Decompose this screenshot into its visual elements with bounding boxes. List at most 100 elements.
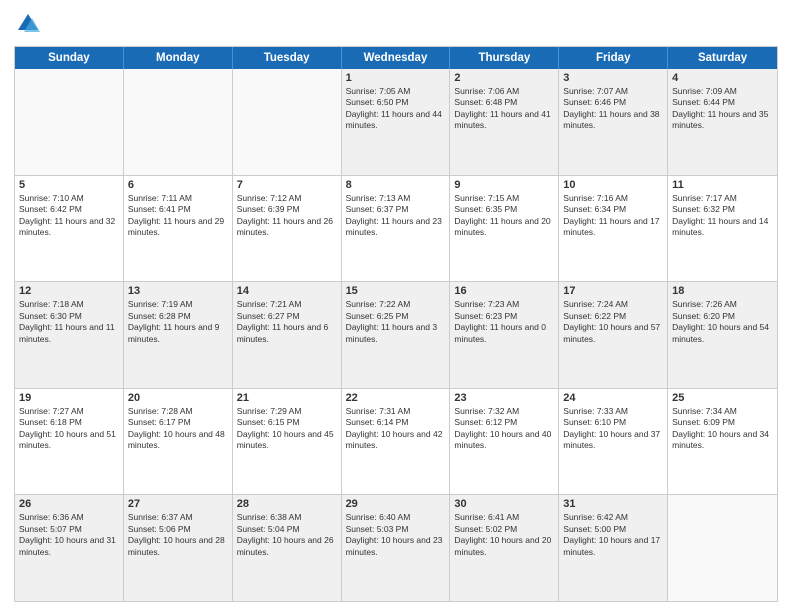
cell-info: Sunrise: 7:15 AMSunset: 6:35 PMDaylight:… [454,193,554,239]
cell-info: Sunrise: 7:27 AMSunset: 6:18 PMDaylight:… [19,406,119,452]
day-number: 14 [237,285,337,297]
calendar-cell: 5 Sunrise: 7:10 AMSunset: 6:42 PMDaylight… [15,176,124,282]
cell-info: Sunrise: 7:22 AMSunset: 6:25 PMDaylight:… [346,299,446,345]
calendar-cell: 20 Sunrise: 7:28 AMSunset: 6:17 PMDayligh… [124,389,233,495]
header-day-wednesday: Wednesday [342,47,451,69]
day-number: 23 [454,392,554,404]
calendar-cell [668,495,777,601]
calendar-cell: 18 Sunrise: 7:26 AMSunset: 6:20 PMDayligh… [668,282,777,388]
header [14,10,778,38]
calendar-cell: 15 Sunrise: 7:22 AMSunset: 6:25 PMDayligh… [342,282,451,388]
cell-info: Sunrise: 7:06 AMSunset: 6:48 PMDaylight:… [454,86,554,132]
day-number: 3 [563,72,663,84]
cell-info: Sunrise: 7:07 AMSunset: 6:46 PMDaylight:… [563,86,663,132]
calendar-cell: 3 Sunrise: 7:07 AMSunset: 6:46 PMDaylight… [559,69,668,175]
calendar-cell: 23 Sunrise: 7:32 AMSunset: 6:12 PMDayligh… [450,389,559,495]
calendar-cell: 25 Sunrise: 7:34 AMSunset: 6:09 PMDayligh… [668,389,777,495]
day-number: 15 [346,285,446,297]
cell-info: Sunrise: 7:11 AMSunset: 6:41 PMDaylight:… [128,193,228,239]
calendar-cell: 1 Sunrise: 7:05 AMSunset: 6:50 PMDaylight… [342,69,451,175]
calendar-cell: 19 Sunrise: 7:27 AMSunset: 6:18 PMDayligh… [15,389,124,495]
cell-info: Sunrise: 7:26 AMSunset: 6:20 PMDaylight:… [672,299,773,345]
day-number: 24 [563,392,663,404]
calendar: SundayMondayTuesdayWednesdayThursdayFrid… [14,46,778,602]
cell-info: Sunrise: 7:32 AMSunset: 6:12 PMDaylight:… [454,406,554,452]
header-day-thursday: Thursday [450,47,559,69]
calendar-row-1: 5 Sunrise: 7:10 AMSunset: 6:42 PMDaylight… [15,176,777,283]
cell-info: Sunrise: 6:38 AMSunset: 5:04 PMDaylight:… [237,512,337,558]
day-number: 12 [19,285,119,297]
cell-info: Sunrise: 7:21 AMSunset: 6:27 PMDaylight:… [237,299,337,345]
cell-info: Sunrise: 7:13 AMSunset: 6:37 PMDaylight:… [346,193,446,239]
day-number: 20 [128,392,228,404]
cell-info: Sunrise: 6:40 AMSunset: 5:03 PMDaylight:… [346,512,446,558]
cell-info: Sunrise: 7:18 AMSunset: 6:30 PMDaylight:… [19,299,119,345]
day-number: 30 [454,498,554,510]
calendar-row-3: 19 Sunrise: 7:27 AMSunset: 6:18 PMDayligh… [15,389,777,496]
calendar-cell: 7 Sunrise: 7:12 AMSunset: 6:39 PMDaylight… [233,176,342,282]
day-number: 7 [237,179,337,191]
cell-info: Sunrise: 7:10 AMSunset: 6:42 PMDaylight:… [19,193,119,239]
calendar-cell: 10Sunrise: 7:16 AMSunset: 6:34 PMDayligh… [559,176,668,282]
day-number: 1 [346,72,446,84]
day-number: 4 [672,72,773,84]
cell-info: Sunrise: 6:37 AMSunset: 5:06 PMDaylight:… [128,512,228,558]
day-number: 2 [454,72,554,84]
header-day-monday: Monday [124,47,233,69]
cell-info: Sunrise: 7:09 AMSunset: 6:44 PMDaylight:… [672,86,773,132]
calendar-cell: 6 Sunrise: 7:11 AMSunset: 6:41 PMDaylight… [124,176,233,282]
day-number: 29 [346,498,446,510]
header-day-tuesday: Tuesday [233,47,342,69]
cell-info: Sunrise: 6:36 AMSunset: 5:07 PMDaylight:… [19,512,119,558]
cell-info: Sunrise: 7:24 AMSunset: 6:22 PMDaylight:… [563,299,663,345]
cell-info: Sunrise: 7:31 AMSunset: 6:14 PMDaylight:… [346,406,446,452]
cell-info: Sunrise: 7:29 AMSunset: 6:15 PMDaylight:… [237,406,337,452]
page: SundayMondayTuesdayWednesdayThursdayFrid… [0,0,792,612]
day-number: 25 [672,392,773,404]
day-number: 9 [454,179,554,191]
calendar-cell: 28 Sunrise: 6:38 AMSunset: 5:04 PMDayligh… [233,495,342,601]
header-day-saturday: Saturday [668,47,777,69]
calendar-cell [124,69,233,175]
calendar-cell: 21 Sunrise: 7:29 AMSunset: 6:15 PMDayligh… [233,389,342,495]
calendar-cell: 16Sunrise: 7:23 AMSunset: 6:23 PMDayligh… [450,282,559,388]
day-number: 5 [19,179,119,191]
cell-info: Sunrise: 7:34 AMSunset: 6:09 PMDaylight:… [672,406,773,452]
calendar-cell: 4 Sunrise: 7:09 AMSunset: 6:44 PMDaylight… [668,69,777,175]
day-number: 22 [346,392,446,404]
day-number: 31 [563,498,663,510]
calendar-cell: 26 Sunrise: 6:36 AMSunset: 5:07 PMDayligh… [15,495,124,601]
day-number: 21 [237,392,337,404]
header-day-sunday: Sunday [15,47,124,69]
calendar-cell: 24 Sunrise: 7:33 AMSunset: 6:10 PMDayligh… [559,389,668,495]
day-number: 11 [672,179,773,191]
cell-info: Sunrise: 7:12 AMSunset: 6:39 PMDaylight:… [237,193,337,239]
calendar-cell: 17Sunrise: 7:24 AMSunset: 6:22 PMDayligh… [559,282,668,388]
day-number: 13 [128,285,228,297]
calendar-cell: 13 Sunrise: 7:19 AMSunset: 6:28 PMDayligh… [124,282,233,388]
cell-info: Sunrise: 7:23 AMSunset: 6:23 PMDaylight:… [454,299,554,345]
calendar-cell: 8Sunrise: 7:13 AMSunset: 6:37 PMDaylight… [342,176,451,282]
cell-info: Sunrise: 6:41 AMSunset: 5:02 PMDaylight:… [454,512,554,558]
logo-icon [14,10,42,38]
cell-info: Sunrise: 7:05 AMSunset: 6:50 PMDaylight:… [346,86,446,132]
day-number: 18 [672,285,773,297]
day-number: 28 [237,498,337,510]
calendar-cell: 14 Sunrise: 7:21 AMSunset: 6:27 PMDayligh… [233,282,342,388]
calendar-cell [233,69,342,175]
calendar-cell [15,69,124,175]
calendar-cell: 27 Sunrise: 6:37 AMSunset: 5:06 PMDayligh… [124,495,233,601]
day-number: 26 [19,498,119,510]
cell-info: Sunrise: 7:17 AMSunset: 6:32 PMDaylight:… [672,193,773,239]
calendar-row-0: 1 Sunrise: 7:05 AMSunset: 6:50 PMDaylight… [15,69,777,176]
day-number: 19 [19,392,119,404]
cell-info: Sunrise: 7:19 AMSunset: 6:28 PMDaylight:… [128,299,228,345]
cell-info: Sunrise: 7:33 AMSunset: 6:10 PMDaylight:… [563,406,663,452]
calendar-cell: 30 Sunrise: 6:41 AMSunset: 5:02 PMDayligh… [450,495,559,601]
calendar-cell: 2 Sunrise: 7:06 AMSunset: 6:48 PMDaylight… [450,69,559,175]
calendar-cell: 22 Sunrise: 7:31 AMSunset: 6:14 PMDayligh… [342,389,451,495]
day-number: 6 [128,179,228,191]
day-number: 27 [128,498,228,510]
header-day-friday: Friday [559,47,668,69]
cell-info: Sunrise: 7:28 AMSunset: 6:17 PMDaylight:… [128,406,228,452]
